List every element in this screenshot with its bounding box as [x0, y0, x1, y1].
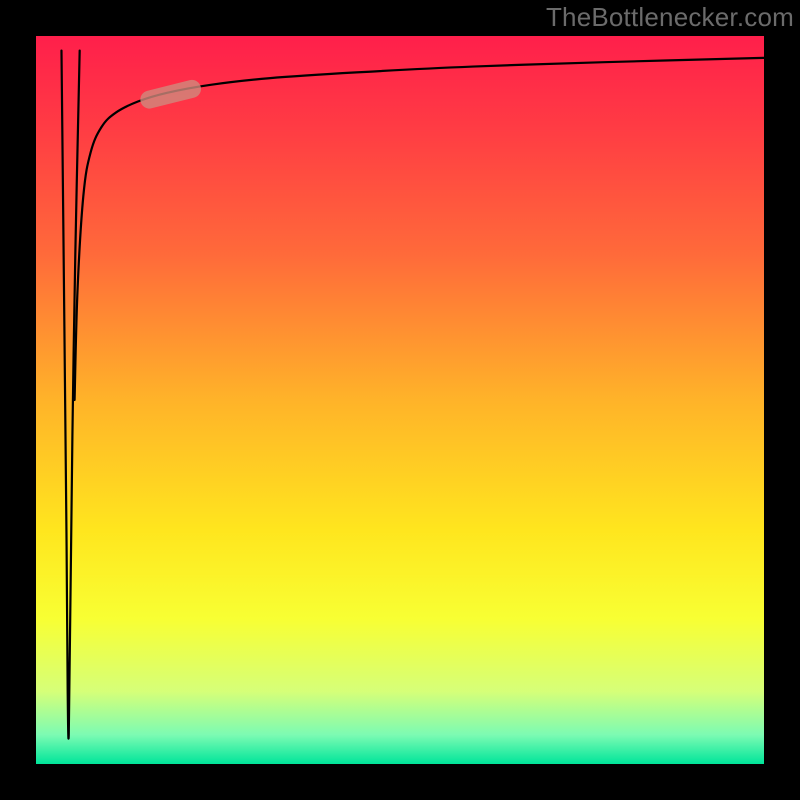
bottleneck-chart: [0, 0, 800, 800]
chart-container: TheBottlenecker.com: [0, 0, 800, 800]
gradient-background: [36, 36, 764, 764]
watermark-label: TheBottlenecker.com: [546, 2, 794, 33]
